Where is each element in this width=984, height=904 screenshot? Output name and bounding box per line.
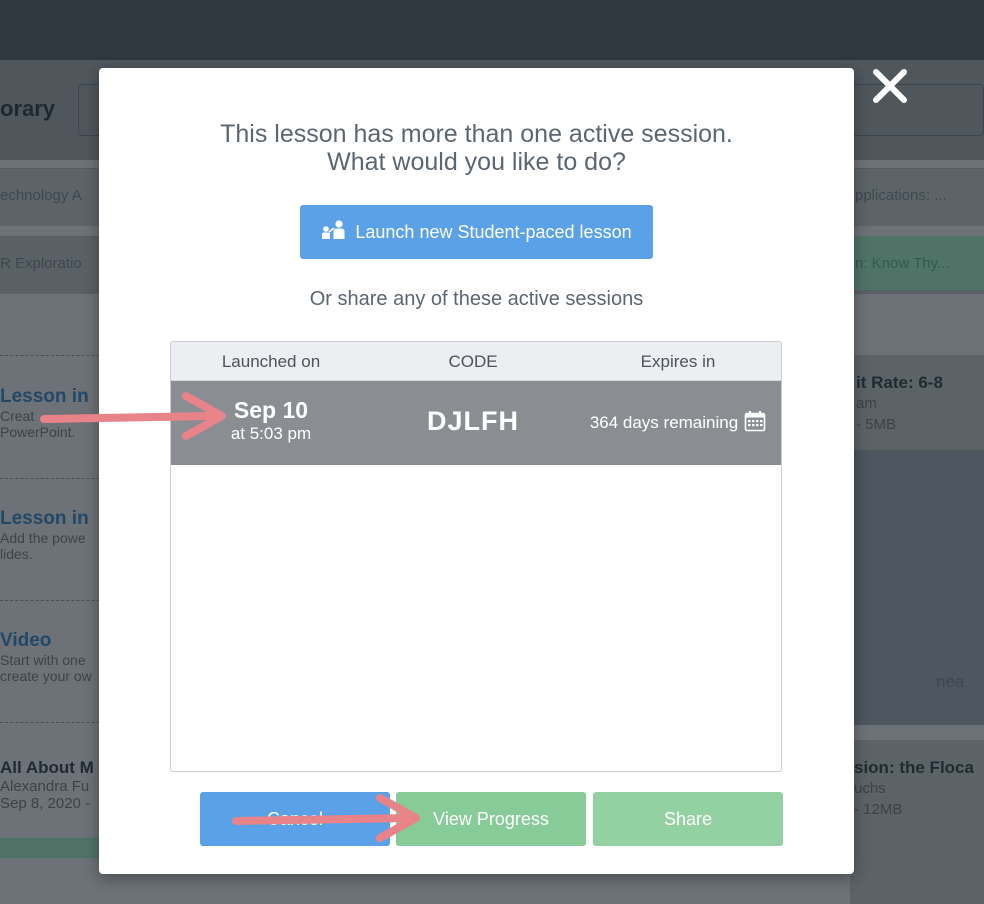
sessions-table: Launched on CODE Expires in Sep 10 at 5:… [170,341,782,772]
session-date: Sep 10 [233,397,309,423]
background-divider [0,478,110,479]
cancel-button[interactable]: Cancel [200,792,390,846]
session-code: DJLFH [427,406,519,436]
active-sessions-dialog: This lesson has more than one active ses… [99,68,854,874]
sessions-table-header: Launched on CODE Expires in [171,342,781,381]
background-filter-right: pplications: ... [855,187,947,204]
background-bottom-right-card: sion: the Floca uchs - 12MB [850,740,984,904]
session-expires-text: 364 days remaining [589,413,739,432]
background-list-item: Video Start with one create your ow [0,630,92,684]
background-library-title: orary [0,96,56,121]
view-progress-button[interactable]: View Progress [396,792,586,846]
background-row2-left: R Exploratio [0,255,82,272]
session-time: at 5:03 pm [230,424,312,443]
background-divider [0,600,110,601]
column-header-code: CODE [448,352,498,371]
background-filter-left: echnology A [0,187,82,204]
share-sessions-heading: Or share any of these active sessions [309,288,644,310]
background-divider [0,722,110,723]
background-list-item: Lesson in Add the powe lides. [0,508,89,562]
launch-new-lesson-button[interactable]: Launch new Student-paced lesson [300,205,653,259]
session-expires-cell: 364 days remaining [575,381,781,465]
background-bottom-left-card: All About M Alexandra Fu Sep 8, 2020 - [0,740,110,904]
background-green-bar [0,838,110,858]
background-list-item: Lesson in Creat PowerPoint. [0,386,89,440]
teacher-student-icon [321,219,347,246]
background-card-image: nea [850,450,984,725]
share-button[interactable]: Share [593,792,783,846]
session-launched-cell: Sep 10 at 5:03 pm [171,381,371,465]
launch-button-label: Launch new Student-paced lesson [355,221,632,242]
dialog-title: This lesson has more than one active ses… [220,120,733,176]
close-icon[interactable] [868,64,912,108]
session-row[interactable]: Sep 10 at 5:03 pm DJLFH 364 days remaini… [171,381,781,465]
background-card-right: it Rate: 6-8 am - 5MB nea [850,355,984,725]
background-row2-right: n: Know Thy... [855,255,950,272]
background-divider [0,355,110,356]
calendar-icon [744,410,766,437]
background-topbar [0,0,984,60]
column-header-expires-in: Expires in [640,352,716,371]
column-header-launched-on: Launched on [221,352,321,371]
background-card-brand: nea [936,672,965,691]
